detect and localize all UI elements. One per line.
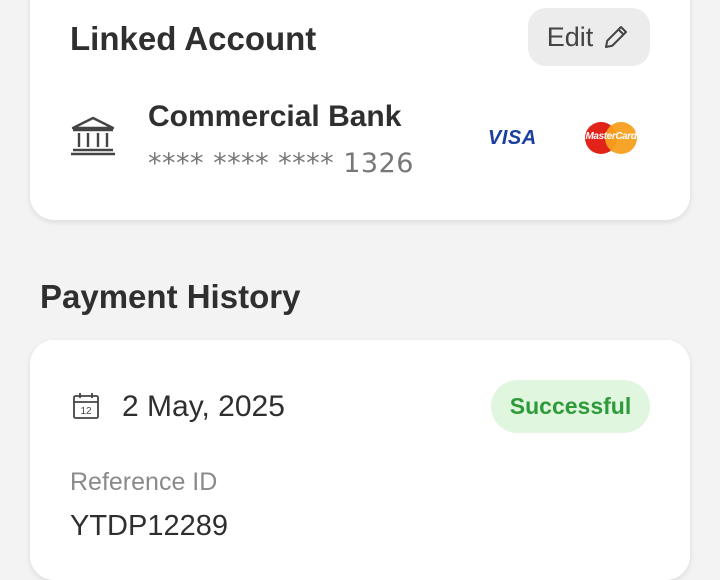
reference-id-value: YTDP12289 — [70, 510, 228, 542]
reference-id-label: Reference ID — [70, 468, 218, 496]
status-badge: Successful — [491, 380, 650, 433]
pencil-icon — [605, 26, 628, 48]
bank-icon — [71, 116, 115, 156]
mastercard-logo: MasterCard — [585, 122, 637, 154]
bank-name: Commercial Bank — [148, 100, 402, 133]
mastercard-logo-text: MasterCard — [585, 131, 637, 142]
edit-button[interactable]: Edit — [528, 8, 650, 66]
calendar-day: 12 — [80, 406, 92, 417]
linked-account-title: Linked Account — [70, 20, 317, 57]
calendar-icon: 12 — [73, 393, 99, 419]
payment-history-title: Payment History — [40, 278, 301, 315]
visa-logo-text: VISA — [488, 127, 537, 149]
linked-account-card: Linked Account Edit Commercial Bank ****… — [30, 0, 690, 220]
masked-account-number: **** **** **** 1326 — [148, 148, 414, 179]
visa-logo: VISA — [488, 127, 537, 150]
payment-date: 2 May, 2025 — [122, 390, 285, 423]
edit-button-label: Edit — [546, 21, 594, 52]
payment-history-item[interactable]: 12 2 May, 2025 Successful Reference ID Y… — [30, 340, 690, 580]
